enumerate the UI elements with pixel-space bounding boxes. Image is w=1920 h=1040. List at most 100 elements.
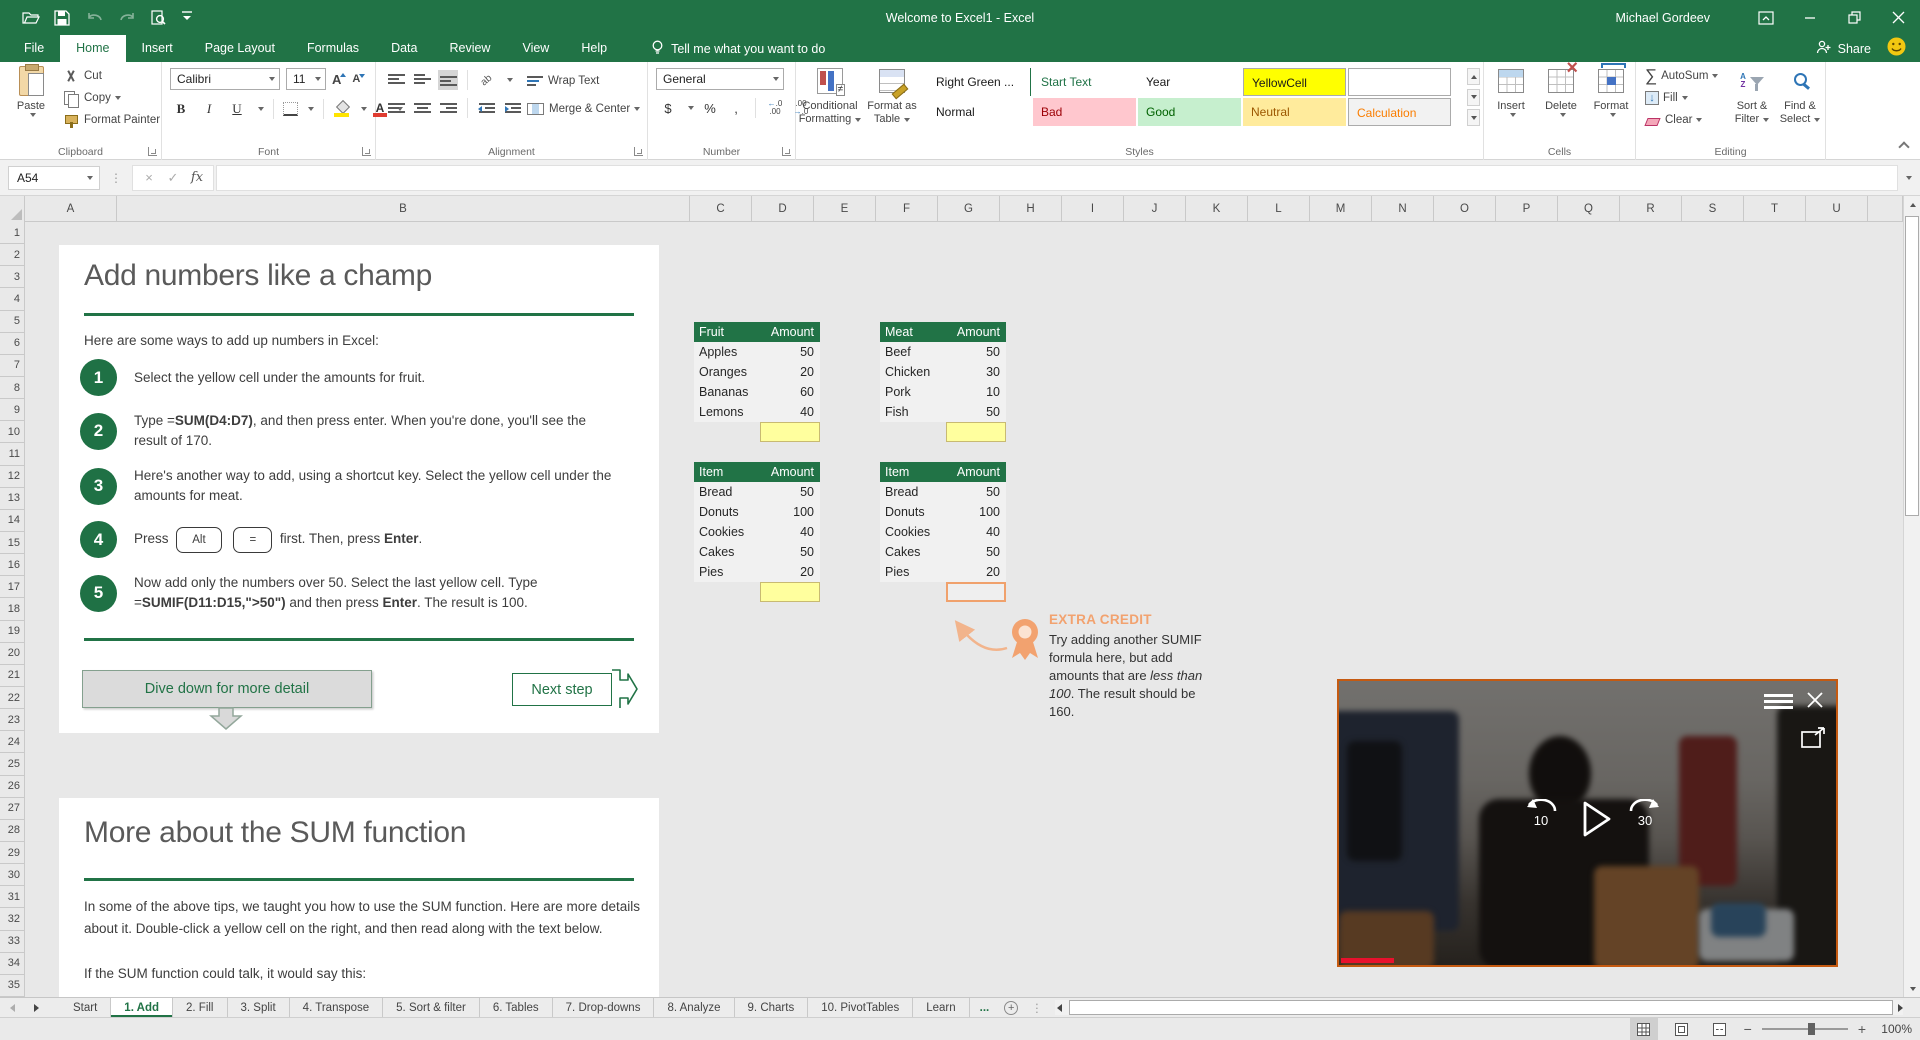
row-header-3[interactable]: 3 [0, 266, 24, 289]
sum-cell-yellow[interactable] [946, 422, 1006, 442]
clipboard-dialog-launcher[interactable] [148, 147, 157, 156]
col-header-o[interactable]: O [1434, 196, 1496, 222]
gallery-down-icon[interactable] [1467, 88, 1480, 106]
clear-button[interactable]: Clear [1642, 109, 1721, 131]
sum-cell-orange[interactable] [946, 582, 1006, 602]
ribbon-tab-formulas[interactable]: Formulas [291, 35, 375, 62]
cut-button[interactable]: Cut [60, 65, 163, 87]
save-icon[interactable] [54, 9, 72, 26]
row-header-24[interactable]: 24 [0, 731, 24, 754]
worksheet[interactable]: Add numbers like a champ Here are some w… [25, 222, 1903, 997]
row-header-34[interactable]: 34 [0, 953, 24, 975]
open-icon[interactable] [22, 10, 40, 26]
col-header-h[interactable]: H [1000, 196, 1062, 222]
redo-icon[interactable] [118, 10, 136, 26]
print-preview-icon[interactable] [150, 9, 168, 26]
font-family-select[interactable]: Calibri [170, 68, 280, 90]
row-header-33[interactable]: 33 [0, 931, 24, 953]
font-dialog-launcher[interactable] [362, 147, 371, 156]
cell-style-good[interactable]: Good [1138, 98, 1241, 126]
alignment-dialog-launcher[interactable] [634, 147, 643, 156]
row-header-12[interactable]: 12 [0, 466, 24, 488]
scroll-right-icon[interactable] [1898, 1004, 1903, 1012]
accounting-format-icon[interactable]: $ [658, 98, 678, 118]
row-header-19[interactable]: 19 [0, 621, 24, 643]
video-menu-icon[interactable] [1764, 694, 1793, 697]
fill-color-icon[interactable] [333, 101, 351, 117]
col-header-l[interactable]: L [1248, 196, 1310, 222]
zoom-level[interactable]: 100% [1876, 1022, 1912, 1036]
vertical-scroll-thumb[interactable] [1905, 216, 1919, 516]
row-header-23[interactable]: 23 [0, 709, 24, 732]
cell-style-bad[interactable]: Bad [1033, 98, 1136, 126]
row-header-25[interactable]: 25 [0, 753, 24, 776]
borders-icon[interactable] [283, 101, 298, 116]
paste-button[interactable]: Paste [4, 64, 58, 143]
sheet-tab-6-tables[interactable]: 6. Tables [480, 998, 553, 1017]
normal-view-button[interactable] [1629, 1018, 1658, 1040]
sheet-nav-next-icon[interactable] [24, 998, 48, 1017]
zoom-in-button[interactable]: + [1858, 1021, 1866, 1037]
share-button[interactable]: Share [1816, 35, 1871, 62]
sheet-tab-learn[interactable]: Learn [913, 998, 970, 1017]
row-header-13[interactable]: 13 [0, 488, 24, 510]
row-header-17[interactable]: 17 [0, 576, 24, 599]
new-sheet-button[interactable]: + [999, 998, 1023, 1017]
bold-button[interactable]: B [170, 98, 192, 119]
copy-button[interactable]: Copy [60, 87, 163, 109]
cancel-icon[interactable]: × [137, 170, 161, 185]
italic-button[interactable]: I [198, 98, 220, 119]
row-header-16[interactable]: 16 [0, 554, 24, 577]
top-align-icon[interactable] [386, 70, 406, 90]
sheet-tab-1-add[interactable]: 1. Add [111, 998, 174, 1017]
ribbon-tab-data[interactable]: Data [375, 35, 433, 62]
col-header-e[interactable]: E [814, 196, 876, 222]
ribbon-tab-help[interactable]: Help [565, 35, 623, 62]
feedback-smiley-icon[interactable] [1887, 37, 1906, 61]
row-header-29[interactable]: 29 [0, 842, 24, 865]
minimize-icon[interactable] [1788, 0, 1832, 35]
row-header-9[interactable]: 9 [0, 399, 24, 422]
sheet-tab-8-analyze[interactable]: 8. Analyze [654, 998, 735, 1017]
ribbon-tab-file[interactable]: File [8, 35, 60, 62]
sum-cell-yellow[interactable] [760, 422, 820, 442]
row-header-28[interactable]: 28 [0, 820, 24, 842]
row-header-1[interactable]: 1 [0, 222, 24, 245]
vertical-scrollbar[interactable] [1903, 196, 1920, 997]
row-header-14[interactable]: 14 [0, 510, 24, 532]
cell-style-start-text[interactable]: Start Text [1033, 68, 1136, 96]
scroll-up-icon[interactable] [1904, 196, 1920, 213]
middle-align-icon[interactable] [412, 70, 432, 90]
row-header-30[interactable]: 30 [0, 864, 24, 887]
more-sheets-indicator[interactable]: ... [970, 998, 1000, 1017]
zoom-slider-thumb[interactable] [1807, 1023, 1815, 1035]
horizontal-scroll-thumb[interactable] [1068, 1000, 1893, 1015]
percent-style-icon[interactable]: % [700, 98, 720, 118]
user-name[interactable]: Michael Gordeev [1616, 11, 1711, 25]
cell-style-normal[interactable]: Normal [928, 98, 1031, 126]
video-close-icon[interactable] [1805, 690, 1825, 710]
close-icon[interactable] [1876, 0, 1920, 35]
col-header-a[interactable]: A [25, 196, 117, 222]
maximize-icon[interactable] [1832, 0, 1876, 35]
video-progress-bar[interactable] [1341, 958, 1394, 963]
row-header-4[interactable]: 4 [0, 288, 24, 311]
horizontal-scrollbar[interactable] [1054, 1000, 1903, 1015]
row-header-32[interactable]: 32 [0, 908, 24, 931]
font-size-select[interactable]: 11 [286, 68, 326, 90]
align-right-icon[interactable] [438, 98, 458, 118]
format-cells-button[interactable]: Format [1584, 63, 1638, 143]
col-header-f[interactable]: F [876, 196, 938, 222]
fill-button[interactable]: ↓ Fill [1642, 87, 1721, 109]
formula-input[interactable] [216, 164, 1898, 191]
zoom-slider[interactable] [1761, 1022, 1848, 1036]
conditional-formatting-button[interactable]: Conditional Formatting [798, 65, 862, 143]
sheet-tab-start[interactable]: Start [60, 998, 112, 1017]
row-header-5[interactable]: 5 [0, 311, 24, 333]
qat-customize-icon[interactable] [182, 10, 200, 26]
ribbon-display-options-icon[interactable] [1744, 0, 1788, 35]
bottom-align-icon[interactable] [438, 70, 458, 90]
col-header-d[interactable]: D [752, 196, 814, 222]
row-header-7[interactable]: 7 [0, 355, 24, 377]
page-break-view-button[interactable] [1706, 1018, 1734, 1040]
